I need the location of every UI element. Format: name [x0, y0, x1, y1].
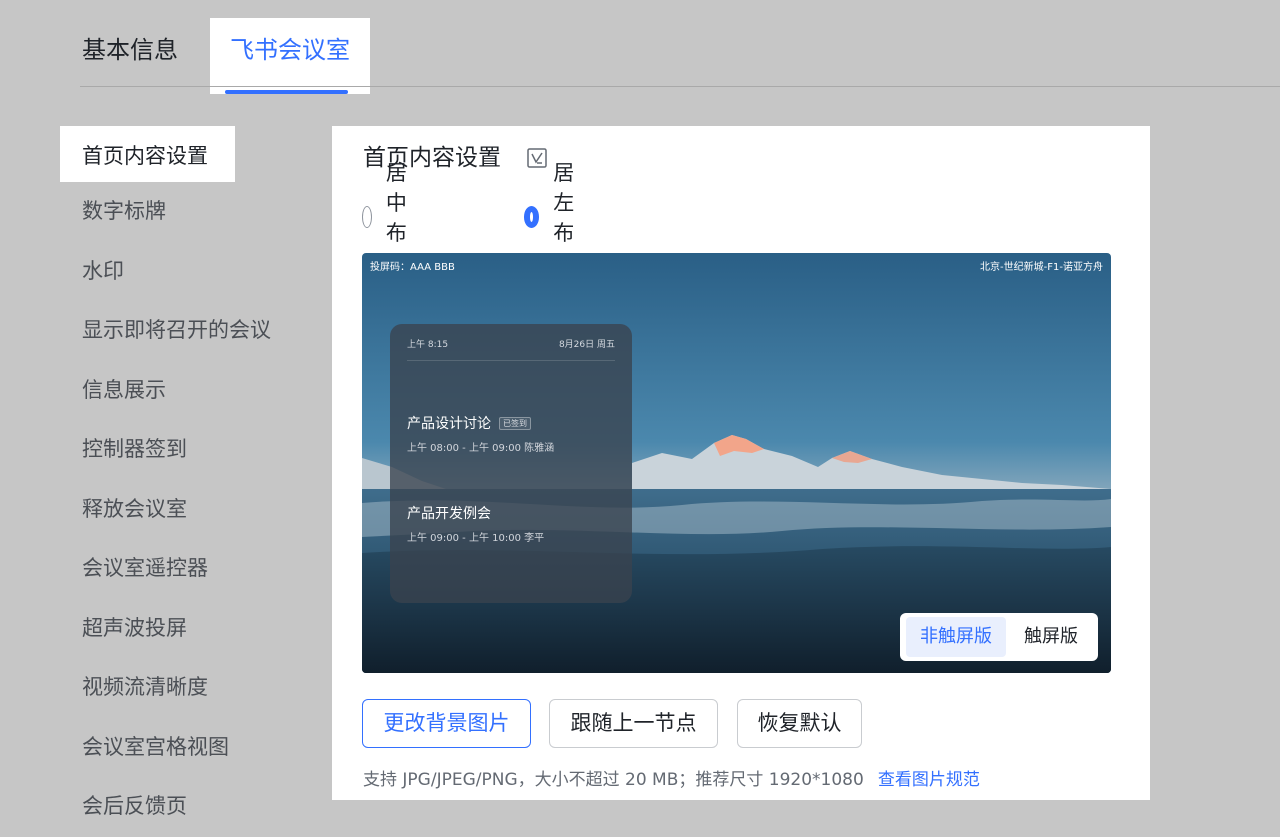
- meeting-title: 产品设计讨论: [407, 416, 491, 432]
- meeting-title-row: 产品设计讨论 已签到: [407, 413, 554, 433]
- tab-basic-info[interactable]: 基本信息: [82, 18, 178, 94]
- image-spec-link[interactable]: 查看图片规范: [878, 770, 980, 790]
- meeting-detail: 上午 09:00 - 上午 10:00 李平: [407, 533, 545, 544]
- change-background-button[interactable]: 更改背景图片: [362, 699, 531, 748]
- top-tabs: 基本信息 飞书会议室: [0, 0, 1280, 94]
- meeting-item: 产品设计讨论 已签到 上午 08:00 - 上午 09:00 陈雅涵: [407, 413, 554, 454]
- cast-code-label: 投屏码：AAA BBB: [370, 262, 455, 273]
- sidebar-item-upcoming-meetings[interactable]: 显示即将召开的会议: [60, 301, 320, 361]
- reset-default-button[interactable]: 恢复默认: [737, 699, 862, 748]
- screen-mode-switch: 非触屏版 触屏版: [900, 613, 1098, 661]
- sidebar-item-digital-signage[interactable]: 数字标牌: [60, 182, 320, 242]
- sidebar-item-video-quality[interactable]: 视频流清晰度: [60, 658, 320, 718]
- tab-feishu-rooms[interactable]: 飞书会议室: [210, 18, 370, 94]
- radio-circle-checked: [524, 206, 540, 228]
- settings-sidebar: 首页内容设置 数字标牌 水印 显示即将召开的会议 信息展示 控制器签到 释放会议…: [60, 126, 320, 837]
- sidebar-item-release-room[interactable]: 释放会议室: [60, 480, 320, 540]
- edit-icon[interactable]: [527, 148, 547, 168]
- tabs-divider: [80, 86, 1280, 87]
- sidebar-item-home-content[interactable]: 首页内容设置: [60, 126, 235, 182]
- panel-title: 首页内容设置: [363, 145, 501, 171]
- radio-circle: [362, 206, 372, 228]
- sidebar-item-info-display[interactable]: 信息展示: [60, 361, 320, 421]
- home-content-panel: 首页内容设置 居中布局 居左布局: [332, 126, 1150, 800]
- sidebar-item-watermark[interactable]: 水印: [60, 242, 320, 302]
- current-date: 8月26日 周五: [558, 340, 615, 350]
- sidebar-item-ultrasonic-cast[interactable]: 超声波投屏: [60, 599, 320, 659]
- sidebar-item-feedback-page[interactable]: 会后反馈页: [60, 777, 320, 837]
- meeting-title: 产品开发例会: [407, 506, 491, 522]
- upload-hint-text: 支持 JPG/JPEG/PNG，大小不超过 20 MB；推荐尺寸 1920*10…: [363, 770, 864, 790]
- upload-hint: 支持 JPG/JPEG/PNG，大小不超过 20 MB；推荐尺寸 1920*10…: [363, 767, 980, 793]
- sidebar-item-controller-checkin[interactable]: 控制器签到: [60, 420, 320, 480]
- meeting-title-row: 产品开发例会: [407, 503, 544, 523]
- meeting-schedule-card: 上午 8:15 8月26日 周五 产品设计讨论 已签到 上午 08:00 - 上…: [390, 324, 632, 603]
- checked-in-badge: 已签到: [499, 416, 531, 430]
- meeting-item: 产品开发例会 上午 09:00 - 上午 10:00 李平: [407, 503, 544, 544]
- radio-left-layout[interactable]: 居左布局: [524, 161, 581, 275]
- radio-center-layout[interactable]: 居中布局: [362, 161, 419, 275]
- mode-touch-button[interactable]: 触屏版: [1010, 617, 1092, 657]
- room-name-label: 北京-世纪新城-F1-诺亚方舟: [980, 262, 1103, 273]
- follow-parent-button[interactable]: 跟随上一节点: [549, 699, 718, 748]
- mode-non-touch-button[interactable]: 非触屏版: [906, 617, 1006, 657]
- sidebar-item-room-remote[interactable]: 会议室遥控器: [60, 539, 320, 599]
- meeting-detail: 上午 08:00 - 上午 09:00 陈雅涵: [407, 443, 555, 454]
- schedule-divider: [407, 360, 615, 361]
- home-preview: 投屏码：AAA BBB 北京-世纪新城-F1-诺亚方舟 上午 8:15 8月26…: [362, 253, 1111, 673]
- tab-active-indicator: [225, 90, 348, 94]
- sidebar-item-grid-view[interactable]: 会议室宫格视图: [60, 718, 320, 778]
- tab-feishu-rooms-label: 飞书会议室: [230, 36, 350, 64]
- current-time: 上午 8:15: [407, 340, 449, 350]
